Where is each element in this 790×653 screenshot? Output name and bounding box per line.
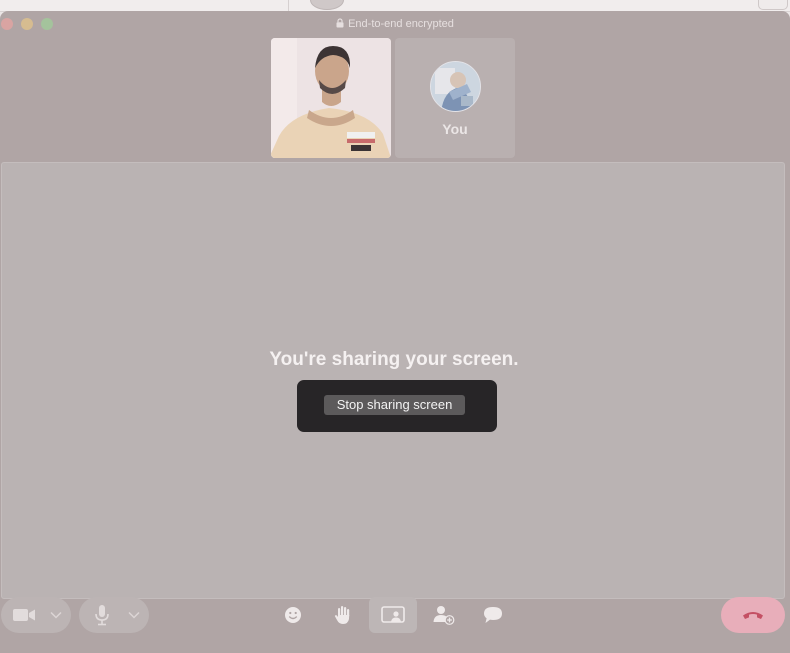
encryption-status: End-to-end encrypted	[0, 18, 790, 31]
sharing-status-title: You're sharing your screen.	[269, 349, 519, 370]
call-window: End-to-end encrypted You You're sharing …	[0, 11, 790, 653]
participant-tile-self[interactable]: You	[395, 38, 515, 158]
self-avatar	[430, 61, 481, 112]
lock-icon	[336, 18, 344, 31]
raise-hand-button[interactable]	[319, 597, 367, 633]
end-call-button[interactable]	[721, 597, 785, 633]
sharing-panel: Stop sharing screen	[297, 380, 497, 432]
end-call-icon	[743, 612, 763, 619]
background-avatar	[310, 0, 344, 10]
microphone-icon[interactable]	[89, 597, 115, 633]
main-stage: You're sharing your screen. Stop sharing…	[1, 162, 785, 599]
stop-sharing-button[interactable]: Stop sharing screen	[324, 395, 465, 415]
background-button	[758, 0, 788, 10]
screen-share-button[interactable]	[369, 597, 417, 633]
video-control	[1, 597, 71, 633]
encryption-label: End-to-end encrypted	[348, 18, 454, 30]
video-camera-icon[interactable]	[11, 597, 37, 633]
add-participant-icon	[433, 606, 455, 625]
raise-hand-icon	[334, 606, 350, 624]
emoji-icon	[285, 607, 301, 623]
self-label: You	[442, 121, 468, 137]
emoji-button[interactable]	[269, 597, 317, 633]
chevron-down-icon[interactable]	[47, 597, 65, 633]
participant-video	[271, 38, 391, 158]
chat-button[interactable]	[469, 597, 517, 633]
chat-icon	[484, 607, 502, 623]
participant-tile-remote[interactable]	[271, 38, 391, 158]
screen-share-icon	[381, 606, 405, 623]
add-participant-button[interactable]	[420, 597, 468, 633]
microphone-control	[79, 597, 149, 633]
chevron-down-icon[interactable]	[125, 597, 143, 633]
